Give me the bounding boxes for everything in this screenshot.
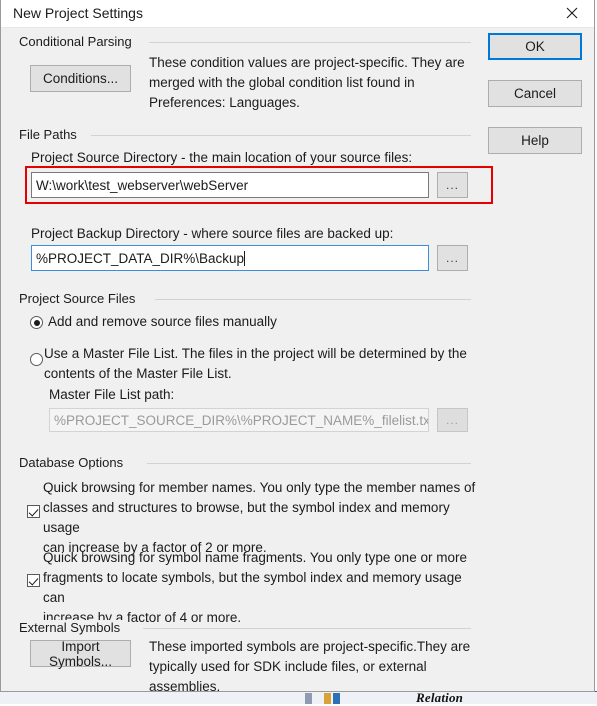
master-file-list-browse-button[interactable]: ... [437, 408, 468, 432]
group-database-options: Database Options [19, 455, 471, 470]
group-file-paths: File Paths [19, 127, 471, 142]
group-rule-external-symbols [143, 628, 471, 629]
help-button[interactable]: Help [488, 127, 582, 154]
text-caret [244, 250, 246, 266]
ok-button[interactable]: OK [488, 33, 582, 60]
backup-directory-label: Project Backup Directory - where source … [31, 226, 394, 241]
group-title-conditional-parsing: Conditional Parsing [19, 34, 139, 49]
group-title-database-options: Database Options [19, 455, 131, 470]
group-title-file-paths: File Paths [19, 127, 84, 142]
dialog-titlebar: New Project Settings [1, 0, 594, 28]
checkbox-quick-browsing-symbol-fragments-label: Quick browsing for symbol name fragments… [43, 548, 483, 628]
conditions-button[interactable]: Conditions... [30, 65, 131, 92]
checkbox-quick-browsing-member-names-label: Quick browsing for member names. You onl… [43, 478, 483, 558]
radio-use-master-file-list-label-line1: Use a Master File List. The files in the… [44, 346, 467, 361]
conditional-parsing-description-line3: Preferences: Languages. [149, 95, 300, 110]
external-symbols-description: These imported symbols are project-speci… [149, 637, 494, 697]
radio-use-master-file-list-label: Use a Master File List. The files in the… [44, 344, 474, 384]
source-directory-browse-button[interactable]: ... [437, 172, 468, 198]
import-symbols-button[interactable]: Import Symbols... [30, 639, 131, 669]
external-symbols-description-line1: These imported symbols are project-speci… [149, 639, 471, 654]
master-file-list-path-input[interactable]: %PROJECT_SOURCE_DIR%\%PROJECT_NAME%_file… [49, 408, 429, 432]
conditional-parsing-description-line2: merged with the global condition list fo… [149, 75, 415, 90]
close-icon[interactable] [549, 0, 594, 26]
group-rule-database-options [147, 463, 471, 464]
group-title-external-symbols: External Symbols [19, 620, 128, 635]
db-option2-line2: fragments to locate symbols, but the sym… [43, 570, 462, 605]
checkbox-quick-browsing-member-names[interactable] [27, 505, 40, 518]
db-option2-line1: Quick browsing for symbol name fragments… [43, 550, 467, 565]
backup-directory-input[interactable]: %PROJECT_DATA_DIR%\Backup [31, 245, 429, 271]
group-title-project-source-files: Project Source Files [19, 291, 143, 306]
dialog-title: New Project Settings [13, 5, 143, 21]
radio-add-remove-manually[interactable] [30, 316, 43, 329]
source-directory-value: W:\work\test_webserver\webServer [36, 177, 249, 193]
master-file-list-path-value: %PROJECT_SOURCE_DIR%\%PROJECT_NAME%_file… [54, 412, 429, 428]
group-rule-project-source-files [155, 299, 471, 300]
source-directory-input[interactable]: W:\work\test_webserver\webServer [31, 172, 429, 198]
conditional-parsing-description: These condition values are project-speci… [149, 53, 479, 113]
backup-directory-browse-button[interactable]: ... [437, 245, 468, 271]
master-file-list-path-label: Master File List path: [49, 387, 175, 402]
external-symbols-description-line2: typically used for SDK include files, or… [149, 659, 427, 694]
cancel-button[interactable]: Cancel [488, 80, 582, 107]
radio-use-master-file-list-label-line2: contents of the Master File List. [44, 366, 232, 381]
radio-add-remove-manually-label: Add and remove source files manually [48, 314, 277, 329]
checkbox-quick-browsing-symbol-fragments[interactable] [27, 574, 40, 587]
radio-use-master-file-list[interactable] [30, 353, 43, 366]
conditional-parsing-description-line1: These condition values are project-speci… [149, 55, 465, 70]
group-external-symbols: External Symbols [19, 620, 471, 635]
group-rule-file-paths [91, 135, 471, 136]
db-option1-line2: classes and structures to browse, but th… [43, 500, 450, 535]
new-project-settings-dialog: New Project Settings OK Cancel Help Cond… [0, 0, 595, 694]
group-rule-conditional-parsing [149, 42, 471, 43]
group-project-source-files: Project Source Files [19, 291, 471, 306]
source-directory-label: Project Source Directory - the main loca… [31, 150, 413, 165]
backup-directory-value: %PROJECT_DATA_DIR%\Backup [36, 250, 245, 266]
group-conditional-parsing: Conditional Parsing [19, 34, 471, 49]
db-option1-line1: Quick browsing for member names. You onl… [43, 480, 476, 495]
